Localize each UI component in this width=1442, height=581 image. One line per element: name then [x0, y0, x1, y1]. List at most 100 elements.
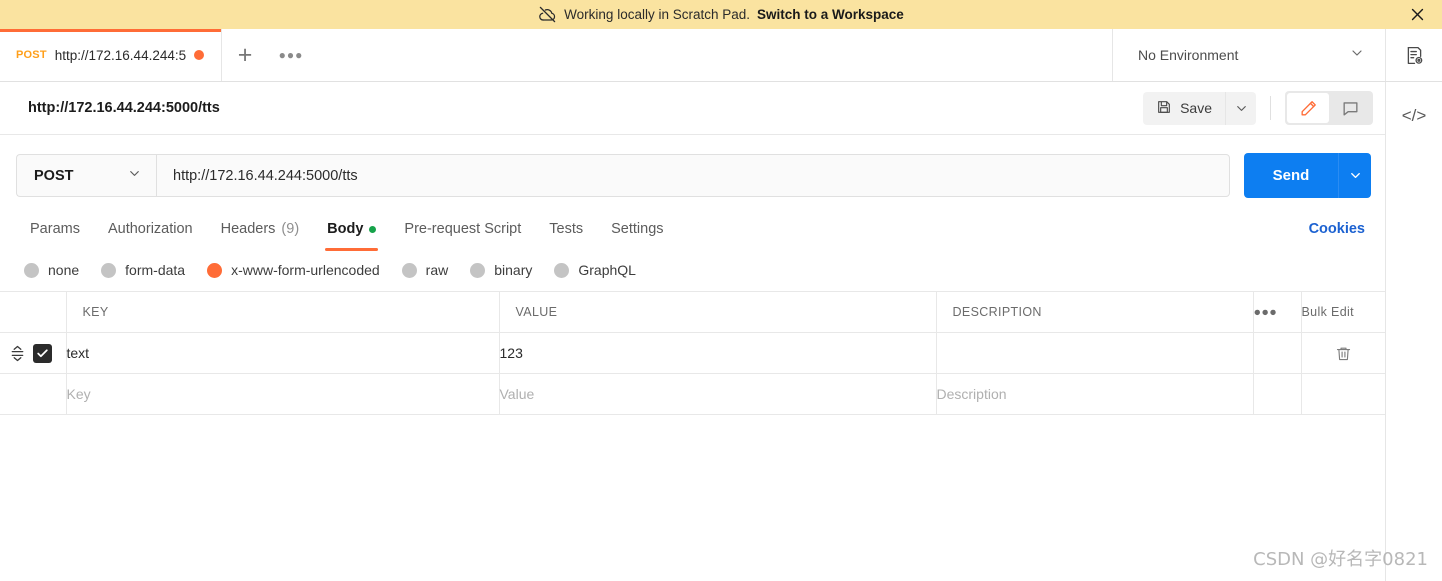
new-row-key-input[interactable]: Key: [66, 373, 500, 415]
tab-body[interactable]: Body: [313, 207, 390, 251]
body-type-graphql[interactable]: GraphQL: [554, 262, 636, 278]
table-options-ellipsis-icon[interactable]: ●●●: [1253, 291, 1302, 333]
http-method-select[interactable]: POST: [16, 154, 156, 197]
chevron-down-icon: [1349, 45, 1365, 66]
body-type-raw[interactable]: raw: [401, 262, 449, 278]
body-type-none-label: none: [48, 262, 80, 278]
environment-quick-look-icon[interactable]: [1385, 29, 1442, 81]
radio-icon: [101, 262, 117, 278]
radio-selected-icon: [207, 262, 223, 278]
request-pane: http://172.16.44.244:5000/tts Save POST …: [0, 82, 1385, 581]
tab-pre-request-script[interactable]: Pre-request Script: [390, 207, 535, 251]
tab-pre-request-script-label: Pre-request Script: [404, 221, 522, 237]
tab-tests[interactable]: Tests: [535, 207, 597, 251]
request-tab-url: http://172.16.44.244:5: [54, 47, 187, 63]
new-row-description-input[interactable]: Description: [936, 373, 1254, 415]
tab-params[interactable]: Params: [16, 207, 94, 251]
table-row[interactable]: text 123: [0, 332, 1386, 374]
save-options-chevron-down-icon[interactable]: [1225, 91, 1256, 125]
table-header-key: KEY: [66, 291, 500, 333]
tab-authorization-label: Authorization: [107, 221, 193, 237]
body-has-content-dot: [369, 225, 377, 233]
request-section-tabs: Params Authorization Headers (9) Body Pr…: [0, 207, 1385, 251]
watermark: CSDN @好名字0821: [1253, 549, 1428, 570]
table-body: text 123 Key Value Description: [0, 332, 1386, 415]
radio-icon: [24, 262, 39, 278]
body-type-binary-label: binary: [494, 262, 533, 278]
radio-icon: [470, 262, 486, 278]
request-tab-strip: POST http://172.16.44.244:5 + ●●● No Env…: [0, 29, 1442, 82]
new-row-value-input[interactable]: Value: [499, 373, 937, 415]
body-type-form-data-label: form-data: [125, 262, 186, 278]
row-delete-cell: [1301, 332, 1386, 374]
switch-workspace-link[interactable]: Switch to a Workspace: [757, 7, 904, 22]
table-header-row: KEY VALUE DESCRIPTION ●●● Bulk Edit: [0, 291, 1385, 333]
view-toggle-group: [1285, 91, 1373, 125]
body-type-none[interactable]: none: [24, 262, 79, 278]
url-input-value: http://172.16.44.244:5000/tts: [173, 167, 358, 184]
environment-selector[interactable]: No Environment: [1113, 29, 1385, 81]
tab-settings[interactable]: Settings: [597, 207, 677, 251]
tab-authorization[interactable]: Authorization: [94, 207, 207, 251]
tab-headers[interactable]: Headers (9): [207, 207, 314, 251]
body-type-x-www-form-urlencoded-label: x-www-form-urlencoded: [231, 262, 380, 278]
chevron-down-icon: [127, 166, 142, 186]
tab-headers-label: Headers: [220, 221, 276, 237]
cookies-link[interactable]: Cookies: [1309, 221, 1371, 237]
radio-icon: [554, 262, 570, 278]
body-type-x-www-form-urlencoded[interactable]: x-www-form-urlencoded: [207, 262, 380, 278]
request-tab-method: POST: [16, 49, 47, 61]
request-tab[interactable]: POST http://172.16.44.244:5: [0, 29, 222, 81]
pencil-icon[interactable]: [1287, 93, 1329, 123]
environment-selected-label: No Environment: [1138, 47, 1239, 63]
close-icon[interactable]: [1406, 4, 1428, 26]
new-row-controls: [0, 373, 67, 415]
row-controls: [0, 332, 67, 374]
row-key-input[interactable]: text: [66, 332, 500, 374]
right-sidebar: </>: [1385, 82, 1442, 581]
tab-tests-label: Tests: [549, 221, 584, 237]
main-area: http://172.16.44.244:5000/tts Save POST …: [0, 82, 1442, 581]
row-checkbox[interactable]: [33, 343, 52, 363]
code-brackets-icon[interactable]: </>: [1402, 106, 1427, 126]
banner-content: Working locally in Scratch Pad. Switch t…: [538, 5, 904, 24]
table-header-handle: [0, 291, 67, 333]
body-type-form-data[interactable]: form-data: [101, 262, 185, 278]
http-method-label: POST: [34, 167, 74, 184]
tab-body-label: Body: [327, 221, 364, 237]
save-disk-icon: [1156, 99, 1172, 118]
url-bar: POST http://172.16.44.244:5000/tts Send: [0, 135, 1385, 198]
row-value-input[interactable]: 123: [499, 332, 937, 374]
table-empty-area: [0, 415, 1385, 581]
save-button[interactable]: Save: [1143, 91, 1225, 125]
send-options-chevron-down-icon[interactable]: [1338, 153, 1371, 198]
trash-icon[interactable]: [1302, 345, 1386, 362]
save-button-label: Save: [1180, 100, 1212, 116]
page-title: http://172.16.44.244:5000/tts: [28, 100, 220, 116]
drag-handle-icon[interactable]: [10, 345, 25, 362]
tab-settings-label: Settings: [611, 221, 664, 237]
body-type-graphql-label: GraphQL: [578, 262, 636, 278]
ellipsis-icon[interactable]: ●●●: [268, 29, 314, 81]
scratch-pad-banner: Working locally in Scratch Pad. Switch t…: [0, 0, 1442, 29]
table-row-new[interactable]: Key Value Description: [0, 373, 1385, 415]
body-type-binary[interactable]: binary: [470, 262, 532, 278]
table-header-value: VALUE: [499, 291, 937, 333]
send-button[interactable]: Send: [1244, 153, 1338, 198]
url-input[interactable]: http://172.16.44.244:5000/tts: [156, 154, 1230, 197]
row-description-input[interactable]: [936, 332, 1254, 374]
bulk-edit-button[interactable]: Bulk Edit: [1301, 291, 1385, 333]
tab-headers-count: (9): [281, 221, 300, 237]
tab-params-label: Params: [30, 221, 80, 237]
body-type-radio-group: none form-data x-www-form-urlencoded raw…: [0, 251, 1385, 291]
radio-icon: [401, 262, 417, 278]
comment-icon[interactable]: [1329, 93, 1371, 123]
save-button-group: Save: [1143, 91, 1256, 125]
plus-icon[interactable]: +: [222, 29, 268, 81]
tabstrip-filler: [314, 29, 1113, 81]
header-divider: [1270, 96, 1271, 120]
url-encoded-params-table: KEY VALUE DESCRIPTION ●●● Bulk Edit text…: [0, 291, 1385, 415]
unsaved-changes-dot: [194, 50, 205, 60]
row-spacer: [1253, 332, 1302, 374]
body-type-raw-label: raw: [425, 262, 449, 278]
